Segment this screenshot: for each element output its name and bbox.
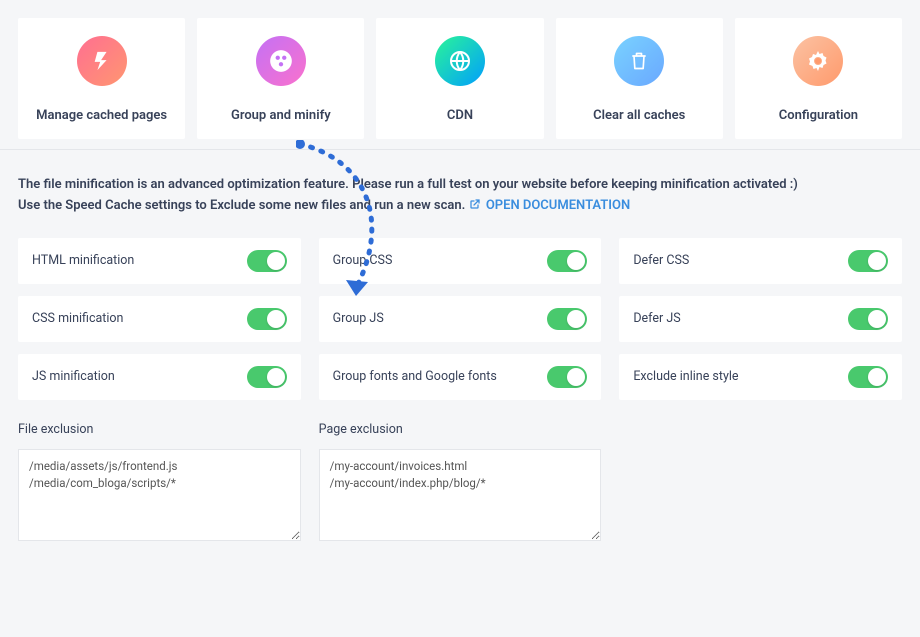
- gear-icon: [793, 36, 843, 86]
- toggle-group-js: Group JS: [319, 296, 602, 342]
- trash-icon: [614, 36, 664, 86]
- toggle-css-minification: CSS minification: [18, 296, 301, 342]
- toggle-switch[interactable]: [848, 366, 888, 388]
- bolt-icon: [77, 36, 127, 86]
- toggle-label: HTML minification: [32, 253, 134, 268]
- toggle-switch[interactable]: [848, 250, 888, 272]
- toggle-switch[interactable]: [247, 250, 287, 272]
- toggle-defer-css: Defer CSS: [619, 238, 902, 284]
- page-exclusion-textarea[interactable]: [319, 449, 602, 541]
- card-label: Group and minify: [205, 108, 356, 123]
- card-group-and-minify[interactable]: Group and minify: [197, 18, 364, 139]
- toggle-exclude-inline-style: Exclude inline style: [619, 354, 902, 400]
- toggle-label: JS minification: [32, 369, 115, 384]
- card-label: CDN: [384, 108, 535, 123]
- toggle-switch[interactable]: [547, 308, 587, 330]
- toggle-label: Group JS: [333, 311, 384, 326]
- file-exclusion-block: File exclusion: [18, 422, 301, 545]
- card-manage-cached-pages[interactable]: Manage cached pages: [18, 18, 185, 139]
- exclusion-grid: File exclusion Page exclusion: [0, 400, 920, 563]
- card-label: Configuration: [743, 108, 894, 123]
- exclusion-spacer: [619, 422, 902, 545]
- toggle-switch[interactable]: [547, 366, 587, 388]
- card-cdn[interactable]: CDN: [376, 18, 543, 139]
- top-nav-cards: Manage cached pages Group and minify CDN…: [0, 0, 920, 150]
- toggle-html-minification: HTML minification: [18, 238, 301, 284]
- toggle-label: Defer JS: [633, 311, 680, 326]
- external-link-icon: [469, 196, 481, 217]
- toggle-label: Group fonts and Google fonts: [333, 369, 497, 384]
- toggle-defer-js: Defer JS: [619, 296, 902, 342]
- toggles-grid: HTML minification Group CSS Defer CSS CS…: [0, 232, 920, 400]
- toggle-switch[interactable]: [547, 250, 587, 272]
- toggle-group-css: Group CSS: [319, 238, 602, 284]
- description-block: The file minification is an advanced opt…: [0, 150, 920, 232]
- palette-icon: [256, 36, 306, 86]
- toggle-switch[interactable]: [247, 308, 287, 330]
- open-documentation-link[interactable]: OPEN DOCUMENTATION: [469, 198, 631, 213]
- toggle-group-fonts: Group fonts and Google fonts: [319, 354, 602, 400]
- toggle-js-minification: JS minification: [18, 354, 301, 400]
- page-exclusion-block: Page exclusion: [319, 422, 602, 545]
- file-exclusion-textarea[interactable]: [18, 449, 301, 541]
- desc-line-1: The file minification is an advanced opt…: [18, 174, 902, 195]
- desc-line-2: Use the Speed Cache settings to Exclude …: [18, 195, 902, 217]
- card-clear-all-caches[interactable]: Clear all caches: [556, 18, 723, 139]
- card-label: Manage cached pages: [26, 108, 177, 123]
- card-label: Clear all caches: [564, 108, 715, 123]
- page-exclusion-label: Page exclusion: [319, 422, 602, 437]
- toggle-label: Exclude inline style: [633, 369, 738, 384]
- toggle-label: Defer CSS: [633, 253, 689, 268]
- toggle-switch[interactable]: [247, 366, 287, 388]
- toggle-label: Group CSS: [333, 253, 393, 268]
- file-exclusion-label: File exclusion: [18, 422, 301, 437]
- card-configuration[interactable]: Configuration: [735, 18, 902, 139]
- toggle-label: CSS minification: [32, 311, 123, 326]
- toggle-switch[interactable]: [848, 308, 888, 330]
- globe-icon: [435, 36, 485, 86]
